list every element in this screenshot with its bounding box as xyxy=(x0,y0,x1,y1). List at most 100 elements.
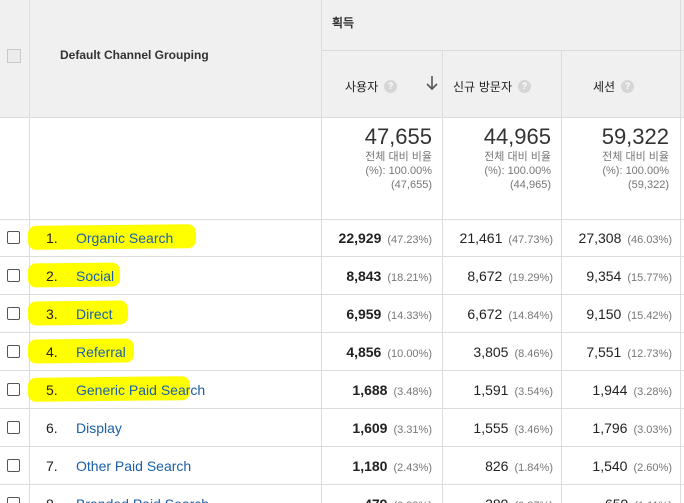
row-checkbox[interactable] xyxy=(7,345,20,358)
sessions-total-caption: 전체 대비 비율 xyxy=(602,151,669,163)
new-visitors-value-number: 21,461 xyxy=(459,230,503,246)
dimension-column-title[interactable]: Default Channel Grouping xyxy=(60,48,209,62)
users-value-percent: (3.48%) xyxy=(393,386,432,398)
sessions-column-label: 세션 xyxy=(593,80,616,94)
users-total-percent: (%): 100.00% xyxy=(365,165,432,177)
row-checkbox[interactable] xyxy=(7,497,20,503)
new-visitors-value: 3,805 (8.46%) xyxy=(473,344,553,360)
sessions-value-number: 9,354 xyxy=(586,268,622,284)
users-column-header[interactable]: 사용자 ? xyxy=(345,78,398,95)
users-value: 1,180 (2.43%) xyxy=(352,458,432,474)
row-checkbox[interactable] xyxy=(7,421,20,434)
new-visitors-value-number: 389 xyxy=(485,496,508,503)
sessions-total: 59,322 전체 대비 비율 (%): 100.00% (59,322) xyxy=(557,124,669,192)
channel-link[interactable]: Other Paid Search xyxy=(76,458,191,474)
new-visitors-value-number: 1,591 xyxy=(473,382,509,398)
row-checkbox[interactable] xyxy=(7,269,20,282)
sessions-value-percent: (2.60%) xyxy=(633,462,672,474)
users-total-count: (47,655) xyxy=(391,179,432,191)
users-value-percent: (3.31%) xyxy=(393,424,432,436)
users-value-number: 1,180 xyxy=(352,458,388,474)
users-value: 8,843 (18.21%) xyxy=(346,268,432,284)
sessions-value: 7,551 (12.73%) xyxy=(586,344,672,360)
column-divider xyxy=(680,0,681,503)
users-value-percent: (2.43%) xyxy=(393,462,432,474)
sessions-value: 1,944 (3.28%) xyxy=(592,382,672,398)
sessions-value: 659(1.11%) xyxy=(605,496,672,503)
new-visitors-value-percent: (3.46%) xyxy=(514,424,553,436)
channel-link[interactable]: Organic Search xyxy=(76,230,173,246)
new-visitors-value-percent: (3.54%) xyxy=(514,386,553,398)
new-visitors-total: 44,965 전체 대비 비율 (%): 100.00% (44,965) xyxy=(439,124,551,192)
table-row: 6. Display 1,609 (3.31%) 1,555 (3.46%) 1,796 (3… xyxy=(0,409,684,447)
users-value-number: 22,929 xyxy=(338,230,382,246)
users-column-label: 사용자 xyxy=(345,80,379,94)
help-icon[interactable]: ? xyxy=(621,80,635,93)
users-value-percent: (18.21%) xyxy=(387,272,432,284)
row-index: 3. xyxy=(46,306,58,322)
table-row: 4. Referral 4,856 (10.00%) 3,805 (8.46%) 7,551… xyxy=(0,333,684,371)
new-visitors-value: 389(0.87%) xyxy=(485,496,553,503)
users-value: 1,609 (3.31%) xyxy=(352,420,432,436)
row-index: 6. xyxy=(46,420,58,436)
users-value: 6,959 (14.33%) xyxy=(346,306,432,322)
sessions-column-header[interactable]: 세션 ? xyxy=(593,78,635,95)
row-divider xyxy=(0,219,684,220)
new-visitors-value-number: 8,672 xyxy=(467,268,503,284)
sessions-value: 27,308 (46.03%) xyxy=(579,230,672,246)
row-divider xyxy=(0,117,684,118)
row-checkbox[interactable] xyxy=(7,383,20,396)
new-visitors-value-percent: (8.46%) xyxy=(514,348,553,360)
users-value-number: 479 xyxy=(364,496,387,503)
sessions-value-percent: (3.28%) xyxy=(633,386,672,398)
help-icon[interactable]: ? xyxy=(384,80,398,93)
channel-link[interactable]: Direct xyxy=(76,306,113,322)
sessions-value-number: 9,150 xyxy=(586,306,622,322)
row-index: 5. xyxy=(46,382,58,398)
sessions-value: 9,354 (15.77%) xyxy=(586,268,672,284)
users-value-number: 4,856 xyxy=(346,344,382,360)
table-row: 5. Generic Paid Search 1,688 (3.48%) 1,591 (3… xyxy=(0,371,684,409)
row-checkbox[interactable] xyxy=(7,307,20,320)
new-visitors-value: 6,672 (14.84%) xyxy=(467,306,553,322)
channel-link[interactable]: Referral xyxy=(76,344,126,360)
users-value: 22,929 (47.23%) xyxy=(339,230,432,246)
new-visitors-value: 826 (1.84%) xyxy=(485,458,553,474)
column-divider xyxy=(321,0,322,503)
sessions-value-number: 7,551 xyxy=(586,344,622,360)
row-checkbox[interactable] xyxy=(7,459,20,472)
sessions-total-value: 59,322 xyxy=(601,124,669,149)
channel-link[interactable]: Social xyxy=(76,268,114,284)
users-value: 479(0.99%) xyxy=(364,496,432,503)
users-value: 1,688 (3.48%) xyxy=(352,382,432,398)
users-value-number: 6,959 xyxy=(346,306,382,322)
sessions-total-count: (59,322) xyxy=(628,179,669,191)
sessions-value-number: 27,308 xyxy=(578,230,622,246)
table-row: 7. Other Paid Search 1,180 (2.43%) 826 (1.84%… xyxy=(0,447,684,485)
channel-link[interactable]: Generic Paid Search xyxy=(76,382,205,398)
users-total-caption: 전체 대비 비율 xyxy=(365,151,432,163)
new-visitors-value-percent: (14.84%) xyxy=(508,310,553,322)
users-total-value: 47,655 xyxy=(364,124,432,149)
row-checkbox[interactable] xyxy=(7,231,20,244)
channel-link[interactable]: Branded Paid Search xyxy=(76,496,209,503)
sort-descending-icon[interactable] xyxy=(425,74,439,92)
select-all-checkbox[interactable] xyxy=(7,49,21,63)
channel-link[interactable]: Display xyxy=(76,420,122,436)
new-visitors-total-caption: 전체 대비 비율 xyxy=(484,151,551,163)
new-visitors-value-number: 826 xyxy=(485,458,509,474)
new-visitors-value-percent: (19.29%) xyxy=(508,272,553,284)
row-index: 7. xyxy=(46,458,58,474)
new-visitors-column-header[interactable]: 신규 방문자 ? xyxy=(453,78,532,95)
users-value-number: 8,843 xyxy=(346,268,382,284)
table-row: 1. Organic Search 22,929 (47.23%) 21,461 (47.… xyxy=(0,219,684,257)
sessions-value-percent: (12.73%) xyxy=(627,348,672,360)
table-row: 2. Social 8,843 (18.21%) 8,672 (19.29%) 9,354 (… xyxy=(0,257,684,295)
help-icon[interactable]: ? xyxy=(518,80,532,93)
new-visitors-value-percent: (47.73%) xyxy=(508,234,553,246)
sessions-value-percent: (15.42%) xyxy=(627,310,672,322)
new-visitors-value: 1,591 (3.54%) xyxy=(473,382,553,398)
new-visitors-value: 1,555 (3.46%) xyxy=(473,420,553,436)
new-visitors-total-percent: (%): 100.00% xyxy=(484,165,551,177)
new-visitors-column-label: 신규 방문자 xyxy=(453,80,513,94)
